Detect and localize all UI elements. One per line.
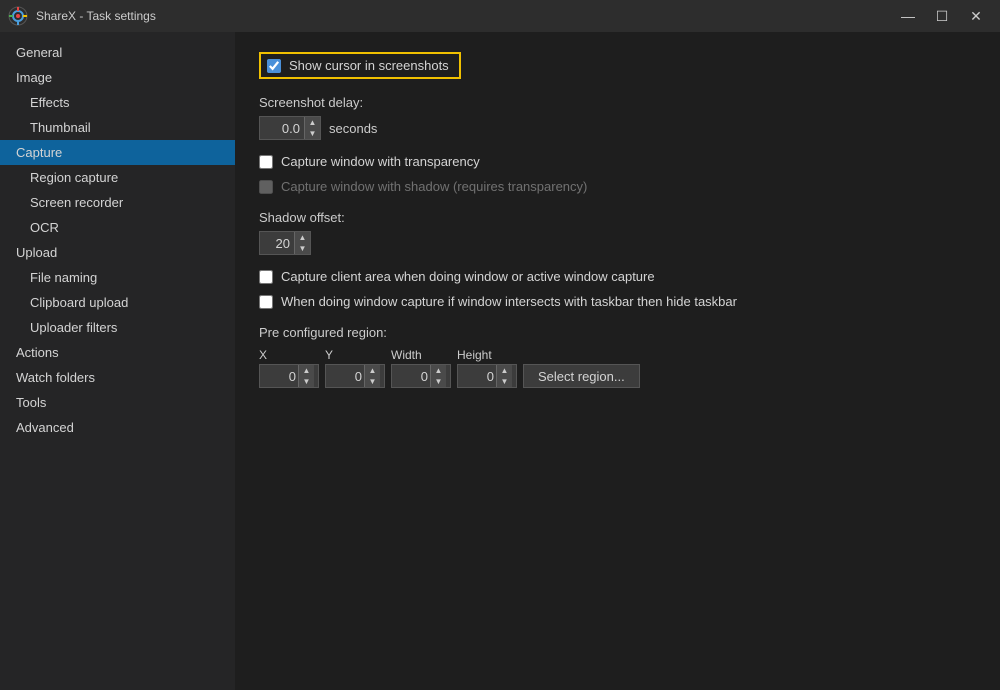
region-x-down[interactable]: ▼	[298, 376, 314, 387]
capture-shadow-label: Capture window with shadow (requires tra…	[281, 179, 587, 194]
region-y-input[interactable]	[326, 365, 364, 387]
sidebar-item-screen-recorder[interactable]: Screen recorder	[0, 190, 235, 215]
screenshot-delay-group: ▲ ▼ seconds	[259, 116, 976, 140]
capture-taskbar-checkbox[interactable]	[259, 295, 273, 309]
screenshot-delay-input[interactable]	[260, 117, 304, 139]
capture-shadow-checkbox	[259, 180, 273, 194]
region-width-input[interactable]	[392, 365, 430, 387]
minimize-button[interactable]: —	[892, 2, 924, 30]
window-controls: — ☐ ✕	[892, 2, 992, 30]
sidebar-item-tools[interactable]: Tools	[0, 390, 235, 415]
region-y-field: Y ▲ ▼	[325, 348, 385, 388]
close-button[interactable]: ✕	[960, 2, 992, 30]
preconfigured-label: Pre configured region:	[259, 325, 976, 340]
titlebar: ShareX - Task settings — ☐ ✕	[0, 0, 1000, 32]
content-area: Show cursor in screenshots Screenshot de…	[235, 32, 1000, 690]
screenshot-delay-spinner: ▲ ▼	[259, 116, 321, 140]
sidebar-item-clipboard-upload[interactable]: Clipboard upload	[0, 290, 235, 315]
region-width-up[interactable]: ▲	[430, 365, 446, 376]
main-layout: General Image Effects Thumbnail Capture …	[0, 32, 1000, 690]
sidebar-item-ocr[interactable]: OCR	[0, 215, 235, 240]
shadow-offset-input[interactable]	[260, 232, 294, 254]
sidebar-item-thumbnail[interactable]: Thumbnail	[0, 115, 235, 140]
region-y-label: Y	[325, 348, 385, 362]
sidebar-item-upload[interactable]: Upload	[0, 240, 235, 265]
capture-transparency-label[interactable]: Capture window with transparency	[281, 154, 480, 169]
show-cursor-checkbox[interactable]	[267, 59, 281, 73]
shadow-offset-group: ▲ ▼	[259, 231, 976, 255]
region-height-field: Height ▲ ▼	[457, 348, 517, 388]
sidebar-item-file-naming[interactable]: File naming	[0, 265, 235, 290]
region-height-label: Height	[457, 348, 517, 362]
sidebar-item-watch-folders[interactable]: Watch folders	[0, 365, 235, 390]
shadow-offset-down[interactable]: ▼	[294, 243, 310, 254]
capture-client-checkbox[interactable]	[259, 270, 273, 284]
sidebar-item-general[interactable]: General	[0, 40, 235, 65]
sidebar-item-capture[interactable]: Capture	[0, 140, 235, 165]
screenshot-delay-up[interactable]: ▲	[304, 117, 320, 128]
show-cursor-label[interactable]: Show cursor in screenshots	[289, 58, 449, 73]
sidebar-item-actions[interactable]: Actions	[0, 340, 235, 365]
sidebar-item-advanced[interactable]: Advanced	[0, 415, 235, 440]
sidebar-item-uploader-filters[interactable]: Uploader filters	[0, 315, 235, 340]
region-x-field: X ▲ ▼	[259, 348, 319, 388]
capture-transparency-checkbox[interactable]	[259, 155, 273, 169]
select-region-button[interactable]: Select region...	[523, 364, 640, 388]
region-y-down[interactable]: ▼	[364, 376, 380, 387]
window-title: ShareX - Task settings	[36, 9, 892, 23]
sidebar-item-effects[interactable]: Effects	[0, 90, 235, 115]
capture-transparency-row: Capture window with transparency	[259, 154, 976, 169]
sidebar: General Image Effects Thumbnail Capture …	[0, 32, 235, 690]
region-width-down[interactable]: ▼	[430, 376, 446, 387]
show-cursor-highlight: Show cursor in screenshots	[259, 52, 461, 79]
region-height-down[interactable]: ▼	[496, 376, 512, 387]
shadow-offset-spinner: ▲ ▼	[259, 231, 311, 255]
capture-client-row: Capture client area when doing window or…	[259, 269, 976, 284]
region-width-field: Width ▲ ▼	[391, 348, 451, 388]
region-x-input[interactable]	[260, 365, 298, 387]
region-row: X ▲ ▼ Y ▲ ▼	[259, 348, 976, 388]
region-y-up[interactable]: ▲	[364, 365, 380, 376]
shadow-offset-up[interactable]: ▲	[294, 232, 310, 243]
sidebar-item-region-capture[interactable]: Region capture	[0, 165, 235, 190]
capture-client-label[interactable]: Capture client area when doing window or…	[281, 269, 655, 284]
region-width-label: Width	[391, 348, 451, 362]
sidebar-item-image[interactable]: Image	[0, 65, 235, 90]
capture-shadow-row: Capture window with shadow (requires tra…	[259, 179, 976, 194]
capture-taskbar-label[interactable]: When doing window capture if window inte…	[281, 294, 737, 309]
region-height-input[interactable]	[458, 365, 496, 387]
region-x-up[interactable]: ▲	[298, 365, 314, 376]
screenshot-delay-down[interactable]: ▼	[304, 128, 320, 139]
maximize-button[interactable]: ☐	[926, 2, 958, 30]
region-height-up[interactable]: ▲	[496, 365, 512, 376]
shadow-offset-label: Shadow offset:	[259, 210, 976, 225]
app-logo	[8, 6, 28, 26]
capture-taskbar-row: When doing window capture if window inte…	[259, 294, 976, 309]
screenshot-delay-label: Screenshot delay:	[259, 95, 976, 110]
screenshot-delay-unit: seconds	[329, 121, 377, 136]
region-x-label: X	[259, 348, 319, 362]
